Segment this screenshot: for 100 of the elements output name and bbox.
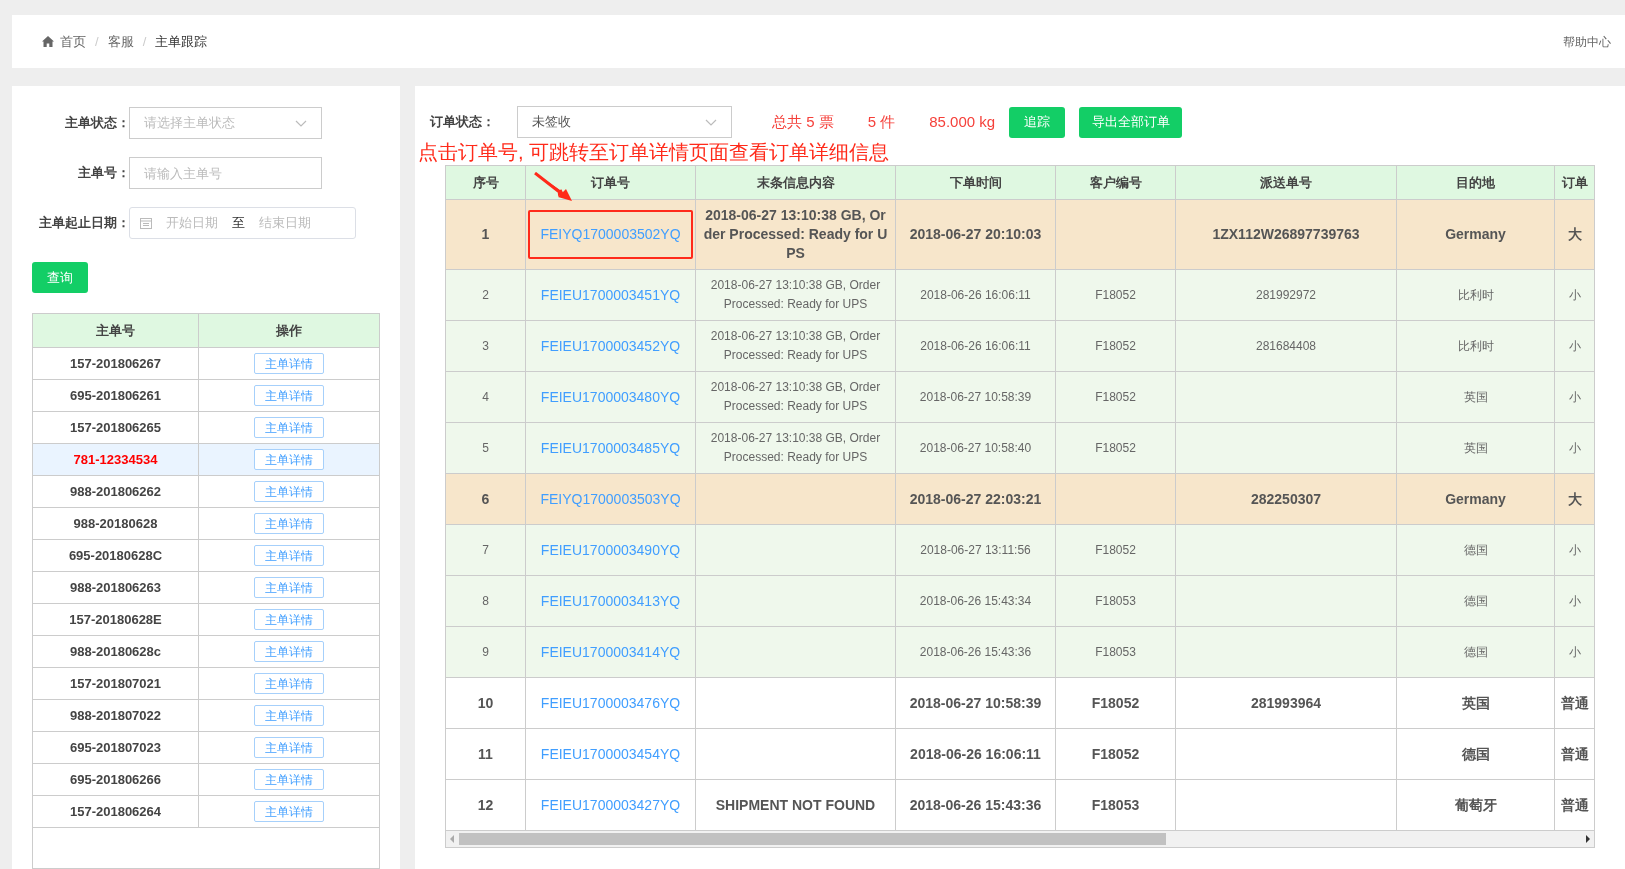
time-cell-text: 2018-06-26 15:43:36 bbox=[909, 795, 1042, 815]
master-row[interactable]: 157-201806264 主单详情 bbox=[33, 796, 379, 828]
order-status-select[interactable]: 未签收 bbox=[517, 106, 732, 138]
delivery-cell-text: 282250307 bbox=[1250, 489, 1322, 509]
detail-button[interactable]: 主单详情 bbox=[254, 513, 324, 534]
type-cell-text: 小 bbox=[1569, 542, 1581, 559]
order-link[interactable]: FEIEU1700003452YQ bbox=[540, 335, 681, 357]
detail-button[interactable]: 主单详情 bbox=[254, 545, 324, 566]
time-cell-text: 2018-06-26 15:43:34 bbox=[919, 593, 1032, 610]
order-link[interactable]: FEIEU1700003490YQ bbox=[540, 539, 681, 561]
order-link[interactable]: FEIYQ1700003503YQ bbox=[540, 488, 681, 510]
order-link[interactable]: FEIEU1700003427YQ bbox=[540, 794, 681, 816]
column-header: 下单时间 bbox=[949, 173, 1002, 192]
master-row[interactable]: 988-20180628c 主单详情 bbox=[33, 636, 379, 668]
field-label: 主单状态： bbox=[64, 114, 131, 133]
master-number: 695-201807023 bbox=[69, 738, 162, 757]
master-row[interactable]: 695-20180628C 主单详情 bbox=[33, 540, 379, 572]
customer-cell-text: F18053 bbox=[1095, 644, 1136, 661]
breadcrumb-separator: / bbox=[94, 32, 100, 51]
master-number: 988-20180628 bbox=[73, 514, 158, 533]
type-cell-text: 小 bbox=[1569, 287, 1581, 304]
detail-button[interactable]: 主单详情 bbox=[254, 641, 324, 662]
export-button[interactable]: 导出全部订单 bbox=[1079, 106, 1183, 138]
master-row[interactable]: 781-12334534 主单详情 bbox=[33, 444, 379, 476]
order-link[interactable]: FEIEU1700003414YQ bbox=[540, 641, 681, 663]
customer-cell-text: F18052 bbox=[1095, 542, 1136, 559]
detail-button[interactable]: 主单详情 bbox=[254, 353, 324, 374]
detail-button[interactable]: 主单详情 bbox=[254, 481, 324, 502]
index-cell-text: 1 bbox=[481, 225, 490, 244]
master-row[interactable]: 157-201806265 主单详情 bbox=[33, 412, 379, 444]
home-icon bbox=[42, 36, 54, 47]
detail-button[interactable]: 主单详情 bbox=[254, 609, 324, 630]
order-link[interactable]: FEIEU1700003451YQ bbox=[540, 284, 681, 306]
destination-cell-text: 比利时 bbox=[1457, 287, 1494, 304]
detail-button[interactable]: 主单详情 bbox=[254, 449, 324, 470]
info-cell-text: 2018-06-27 13:10:38 GB, Order Processed: Ready for UPS bbox=[709, 379, 882, 415]
horizontal-scrollbar[interactable] bbox=[446, 831, 1594, 847]
info-cell-text: 2018-06-27 13:10:38 GB, Order Processed: Ready for UPS bbox=[709, 277, 882, 313]
index-cell-text: 11 bbox=[478, 744, 493, 764]
breadcrumb-link[interactable]: 客服 bbox=[107, 31, 134, 52]
type-cell-text: 小 bbox=[1569, 389, 1581, 406]
detail-button[interactable]: 主单详情 bbox=[254, 673, 324, 694]
index-cell-text: 4 bbox=[482, 389, 489, 406]
detail-button[interactable]: 主单详情 bbox=[254, 801, 324, 822]
detail-button[interactable]: 主单详情 bbox=[254, 769, 324, 790]
scroll-left-icon[interactable] bbox=[449, 835, 455, 843]
status-select[interactable]: 请选择主单状态 bbox=[129, 107, 322, 139]
breadcrumb-separator: / bbox=[141, 32, 148, 51]
master-number: 988-201807022 bbox=[69, 706, 162, 725]
customer-cell-text: F18052 bbox=[1095, 287, 1136, 304]
order-link[interactable]: FEIYQ1700003502YQ bbox=[540, 224, 681, 245]
index-cell-text: 2 bbox=[482, 287, 489, 304]
master-row[interactable]: 695-201806261 主单详情 bbox=[33, 380, 379, 412]
date-range-field[interactable]: 开始日期 至 结束日期 bbox=[129, 207, 356, 239]
scrollbar-thumb[interactable] bbox=[459, 833, 1166, 845]
master-row[interactable]: 988-201806262 主单详情 bbox=[33, 476, 379, 508]
master-number: 157-201807021 bbox=[69, 674, 162, 693]
index-cell-text: 7 bbox=[482, 542, 489, 559]
detail-button[interactable]: 主单详情 bbox=[254, 737, 324, 758]
type-cell-text: 普通 bbox=[1561, 795, 1589, 815]
detail-button[interactable]: 主单详情 bbox=[254, 705, 324, 726]
type-cell-text: 大 bbox=[1568, 225, 1582, 244]
order-link[interactable]: FEIEU1700003480YQ bbox=[540, 386, 681, 408]
destination-cell-text: 葡萄牙 bbox=[1454, 795, 1497, 815]
detail-button[interactable]: 主单详情 bbox=[254, 417, 324, 438]
breadcrumb-link[interactable]: 首页 bbox=[60, 31, 86, 52]
order-link[interactable]: FEIEU1700003485YQ bbox=[540, 437, 681, 459]
master-number: 988-201806263 bbox=[69, 578, 162, 597]
total-tickets: 总共 5 票 bbox=[772, 111, 834, 132]
total-pieces: 5 件 bbox=[867, 111, 896, 132]
query-button[interactable]: 查询 bbox=[32, 262, 88, 293]
detail-button[interactable]: 主单详情 bbox=[254, 577, 324, 598]
type-cell-text: 小 bbox=[1569, 338, 1581, 355]
field-label: 主单号： bbox=[77, 164, 131, 183]
master-number: 695-201806261 bbox=[69, 386, 162, 405]
order-link[interactable]: FEIEU1700003476YQ bbox=[540, 692, 681, 714]
index-cell-text: 9 bbox=[482, 644, 489, 661]
time-cell-text: 2018-06-27 10:58:39 bbox=[909, 693, 1042, 713]
master-row[interactable]: 988-20180628 主单详情 bbox=[33, 508, 379, 540]
index-cell-text: 10 bbox=[477, 693, 494, 713]
destination-cell-text: 德国 bbox=[1463, 644, 1488, 661]
help-link[interactable]: 帮助中心 bbox=[1563, 32, 1611, 51]
master-row[interactable]: 157-201807021 主单详情 bbox=[33, 668, 379, 700]
master-row[interactable]: 695-201807023 主单详情 bbox=[33, 732, 379, 764]
master-row[interactable]: 988-201806263 主单详情 bbox=[33, 572, 379, 604]
scroll-right-icon[interactable] bbox=[1585, 835, 1591, 843]
master-number: 157-201806265 bbox=[69, 418, 162, 437]
master-row[interactable]: 988-201807022 主单详情 bbox=[33, 700, 379, 732]
master-number: 157-20180628E bbox=[69, 610, 162, 629]
track-button[interactable]: 追踪 bbox=[1009, 106, 1066, 138]
info-cell-text: 2018-06-27 13:10:38 GB, Order Processed: Ready for UPS bbox=[709, 430, 882, 466]
order-link[interactable]: FEIEU1700003454YQ bbox=[540, 743, 681, 765]
delivery-cell-text: 281993964 bbox=[1250, 693, 1322, 713]
type-cell-text: 小 bbox=[1569, 593, 1581, 610]
number-input[interactable]: 请输入主单号 bbox=[129, 157, 322, 189]
detail-button[interactable]: 主单详情 bbox=[254, 385, 324, 406]
master-row[interactable]: 695-201806266 主单详情 bbox=[33, 764, 379, 796]
order-link[interactable]: FEIEU1700003413YQ bbox=[540, 590, 681, 612]
master-row[interactable]: 157-20180628E 主单详情 bbox=[33, 604, 379, 636]
master-row[interactable]: 157-201806267 主单详情 bbox=[33, 348, 379, 380]
